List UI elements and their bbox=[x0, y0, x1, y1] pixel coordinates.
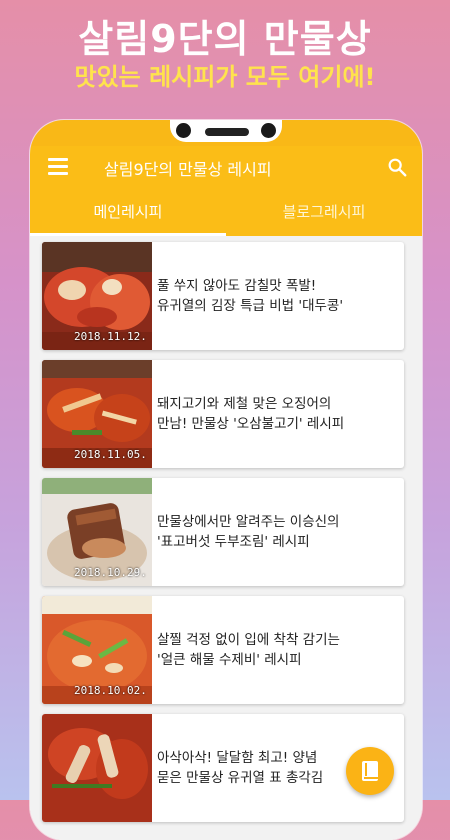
search-icon[interactable] bbox=[386, 156, 408, 178]
promo-title: 살림9단의 만물상 bbox=[78, 17, 372, 61]
recipe-thumbnail bbox=[42, 714, 152, 822]
tab-bar: 메인레시피 블로그레시피 bbox=[30, 190, 422, 236]
camera-icon bbox=[261, 123, 276, 138]
phone-notch bbox=[170, 120, 282, 142]
speaker-icon bbox=[205, 128, 249, 136]
hamburger-menu-icon[interactable] bbox=[48, 158, 68, 178]
recipe-title: 살찔 걱정 없이 입에 착착 감기는 '얼큰 해물 수제비' 레시피 bbox=[157, 632, 340, 668]
recipe-title: 풀 쑤지 않아도 감칠맛 폭발! 유귀열의 김장 특급 비법 '대두콩' bbox=[157, 278, 344, 314]
recipe-date: 2018.10.02. bbox=[74, 684, 147, 697]
app-title: 살림9단의 만물상 레시피 bbox=[104, 160, 272, 179]
tab-label: 블로그레시피 bbox=[282, 203, 366, 221]
recipe-title: 만물상에서만 알려주는 이승신의 '표고버섯 두부조림' 레시피 bbox=[157, 514, 340, 550]
tab-main-recipes[interactable]: 메인레시피 bbox=[30, 190, 226, 236]
book-icon bbox=[362, 761, 378, 781]
tab-blog-recipes[interactable]: 블로그레시피 bbox=[226, 190, 422, 236]
app-bar: 살림9단의 만물상 레시피 bbox=[30, 146, 422, 190]
camera-icon bbox=[176, 123, 191, 138]
recipe-date: 2018.10.29. bbox=[74, 566, 147, 579]
book-fab-button[interactable] bbox=[346, 747, 394, 795]
recipe-date: 2018.11.12. bbox=[74, 330, 147, 343]
recipe-card[interactable]: 2018.11.05. 돼지고기와 제철 맞은 오징어의 만남! 만물상 '오삼… bbox=[42, 360, 404, 468]
recipe-date: 2018.11.05. bbox=[74, 448, 147, 461]
tab-label: 메인레시피 bbox=[93, 203, 163, 221]
recipe-card[interactable]: 2018.10.29. 만물상에서만 알려주는 이승신의 '표고버섯 두부조림'… bbox=[42, 478, 404, 586]
promo-subtitle: 맛있는 레시피가 모두 여기에! bbox=[74, 63, 376, 91]
phone-frame: 살림9단의 만물상 레시피 메인레시피 블로그레시피 2018.11.12. 풀… bbox=[30, 120, 422, 840]
recipe-card[interactable]: 2018.11.12. 풀 쑤지 않아도 감칠맛 폭발! 유귀열의 김장 특급 … bbox=[42, 242, 404, 350]
recipe-card[interactable]: 2018.10.02. 살찔 걱정 없이 입에 착착 감기는 '얼큰 해물 수제… bbox=[42, 596, 404, 704]
recipe-title: 돼지고기와 제철 맞은 오징어의 만남! 만물상 '오삼불고기' 레시피 bbox=[157, 396, 345, 432]
